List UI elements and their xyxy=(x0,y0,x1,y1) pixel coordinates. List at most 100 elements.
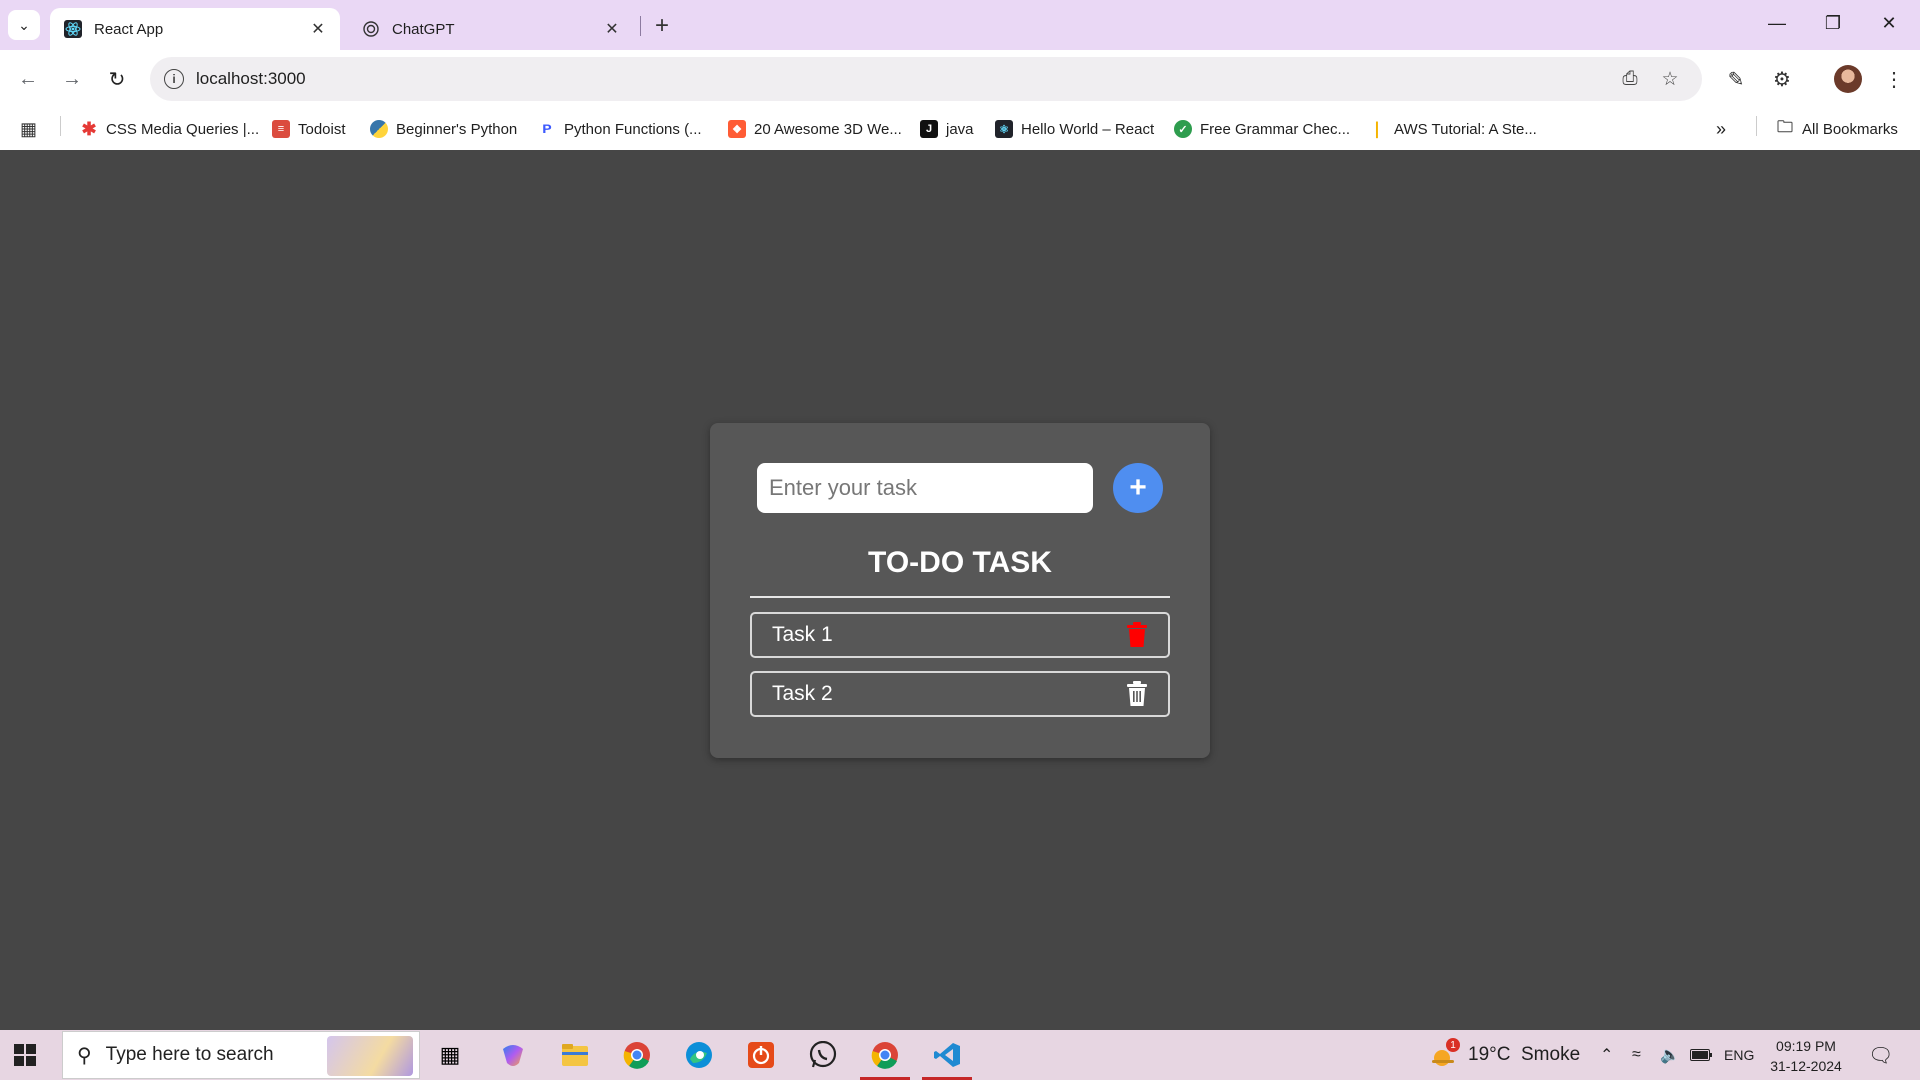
close-icon: ✕ xyxy=(1881,12,1897,33)
browser-toolbar: ← → ↻ i localhost:3000 ⎙ ☆ ✎ ⚙ ⋮ xyxy=(0,50,1920,108)
bookmark-label: 20 Awesome 3D We... xyxy=(754,120,902,138)
bookmark-separator xyxy=(60,116,61,136)
forward-button[interactable]: → xyxy=(57,64,87,94)
language-indicator[interactable]: ENG xyxy=(1724,1030,1754,1080)
more-bookmarks-button[interactable]: » xyxy=(1716,116,1726,142)
minimize-button[interactable]: — xyxy=(1754,8,1800,38)
vscode-icon[interactable] xyxy=(922,1038,972,1080)
double-chevron-right-icon: » xyxy=(1716,118,1727,139)
kebab-menu-icon[interactable]: ⋮ xyxy=(1880,65,1908,93)
bookmark-label: AWS Tutorial: A Ste... xyxy=(1394,120,1537,138)
restore-button[interactable]: ❐ xyxy=(1810,8,1856,38)
bookmark-item[interactable]: Beginner's Python xyxy=(370,116,517,142)
page-viewport: + TO-DO TASK Task 1 Task 2 xyxy=(0,150,1920,1030)
trash-icon[interactable] xyxy=(1126,622,1148,648)
bookmark-item[interactable]: ᴘ Python Functions (... xyxy=(538,116,702,142)
chevron-down-icon: ⌄ xyxy=(18,16,30,33)
minimize-icon: — xyxy=(1768,12,1786,33)
close-tab-icon[interactable]: ✕ xyxy=(308,19,328,39)
todo-card: + TO-DO TASK Task 1 Task 2 xyxy=(710,423,1210,758)
extensions-puzzle-icon[interactable]: ⚙ xyxy=(1768,65,1796,93)
hubspot-icon: ❖ xyxy=(728,120,746,138)
show-hidden-icons[interactable]: ⌃ xyxy=(1600,1030,1613,1080)
weather-widget[interactable]: 1 19°C Smoke xyxy=(1430,1030,1580,1080)
task-input[interactable] xyxy=(757,463,1093,513)
notification-center-icon[interactable]: 🗨 xyxy=(1868,1030,1893,1080)
clock-time: 09:19 PM xyxy=(1776,1038,1836,1054)
bookmark-label: Beginner's Python xyxy=(396,120,518,138)
bookmark-item[interactable]: ≡ Todoist xyxy=(272,116,346,142)
trash-icon[interactable] xyxy=(1126,681,1148,707)
plus-icon: + xyxy=(1129,471,1147,504)
volume-icon[interactable]: 🔈 xyxy=(1660,1030,1680,1080)
windows-start-icon[interactable] xyxy=(14,1044,36,1066)
new-tab-button[interactable]: + xyxy=(648,12,676,40)
weather-text: 19°C Smoke xyxy=(1468,1044,1581,1065)
address-url[interactable]: localhost:3000 xyxy=(196,69,306,89)
weather-sun-icon: 1 xyxy=(1430,1038,1460,1068)
network-icon[interactable]: ≈ xyxy=(1632,1030,1641,1080)
all-bookmarks-button[interactable]: 🗀 All Bookmarks xyxy=(1776,116,1898,142)
search-highlight-image xyxy=(327,1036,413,1076)
pen-tool-icon[interactable]: ✎ xyxy=(1722,65,1750,93)
react-logo-icon: ⚛ xyxy=(995,120,1013,138)
bookmark-item[interactable]: ✓ Free Grammar Chec... xyxy=(1174,116,1350,142)
bookmark-separator xyxy=(1756,116,1757,136)
todoist-icon: ≡ xyxy=(272,120,290,138)
heading-divider xyxy=(750,596,1170,598)
p-logo-icon: ᴘ xyxy=(542,120,552,137)
tab-title: ChatGPT xyxy=(392,20,455,38)
chrome-running-icon[interactable] xyxy=(860,1038,910,1080)
reload-button[interactable]: ↻ xyxy=(102,64,132,94)
tab-title: React App xyxy=(94,20,164,38)
close-tab-icon[interactable]: ✕ xyxy=(602,19,622,39)
chrome-icon[interactable] xyxy=(620,1038,654,1072)
chevron-up-icon: ⌃ xyxy=(1600,1047,1614,1064)
search-icon: ⚲ xyxy=(77,1044,92,1067)
install-app-icon[interactable]: ⎙ xyxy=(1618,68,1642,90)
bookmark-item[interactable]: ⚛ Hello World – React xyxy=(995,116,1154,142)
aws-tutorial-icon: ❘ xyxy=(1370,121,1384,138)
task-label: Task 1 xyxy=(772,623,833,646)
bookmark-label: CSS Media Queries |... xyxy=(106,120,260,138)
file-explorer-icon[interactable] xyxy=(558,1038,592,1072)
tab-react-app[interactable]: React App ✕ xyxy=(50,8,340,50)
task-item: Task 2 xyxy=(750,671,1170,717)
site-info-icon[interactable]: i xyxy=(164,69,184,89)
edge-icon[interactable] xyxy=(682,1038,716,1072)
weather-alert-badge: 1 xyxy=(1446,1038,1460,1052)
arrow-left-icon: ← xyxy=(18,67,38,90)
back-button[interactable]: ← xyxy=(13,64,43,94)
bookmark-label: Python Functions (... xyxy=(564,120,702,138)
os-taskbar: ⚲ Type here to search ▦ 1 19°C Smoke ⌃ ≈… xyxy=(0,1030,1920,1080)
apps-button[interactable]: ▦ xyxy=(20,116,37,142)
bookmark-item[interactable]: ✱ CSS Media Queries |... xyxy=(80,116,259,142)
whatsapp-icon[interactable] xyxy=(806,1038,840,1072)
battery-icon[interactable] xyxy=(1690,1030,1712,1080)
power-app-icon[interactable] xyxy=(744,1038,778,1072)
task-label: Task 2 xyxy=(772,682,833,705)
python-icon xyxy=(370,120,388,138)
task-view-icon[interactable]: ▦ xyxy=(433,1038,467,1072)
react-logo-icon xyxy=(64,20,82,38)
close-window-button[interactable]: ✕ xyxy=(1866,8,1912,38)
tab-separator xyxy=(640,16,641,36)
bookmark-item[interactable]: ❘ AWS Tutorial: A Ste... xyxy=(1368,116,1537,142)
taskbar-search-box[interactable]: ⚲ Type here to search xyxy=(62,1031,420,1079)
tab-chatgpt[interactable]: ChatGPT ✕ xyxy=(348,8,634,50)
avatar[interactable] xyxy=(1834,65,1862,93)
copilot-icon[interactable] xyxy=(496,1038,530,1072)
grammar-icon: ✓ xyxy=(1174,120,1192,138)
system-clock[interactable]: 09:19 PM 31-12-2024 xyxy=(1764,1036,1848,1076)
bookmark-star-icon[interactable]: ☆ xyxy=(1658,68,1682,90)
taskbar-search-placeholder: Type here to search xyxy=(105,1044,274,1065)
bookmark-item[interactable]: ❖ 20 Awesome 3D We... xyxy=(728,116,902,142)
tab-search-button[interactable]: ⌄ xyxy=(8,10,40,40)
arrow-right-icon: → xyxy=(62,67,82,90)
bookmark-label: Free Grammar Chec... xyxy=(1200,120,1351,138)
page-title: TO-DO TASK xyxy=(868,546,1052,579)
bookmark-item[interactable]: J java xyxy=(920,116,974,142)
address-bar[interactable]: i localhost:3000 ⎙ ☆ xyxy=(150,57,1702,101)
restore-icon: ❐ xyxy=(1824,12,1842,33)
add-task-button[interactable]: + xyxy=(1113,463,1163,513)
